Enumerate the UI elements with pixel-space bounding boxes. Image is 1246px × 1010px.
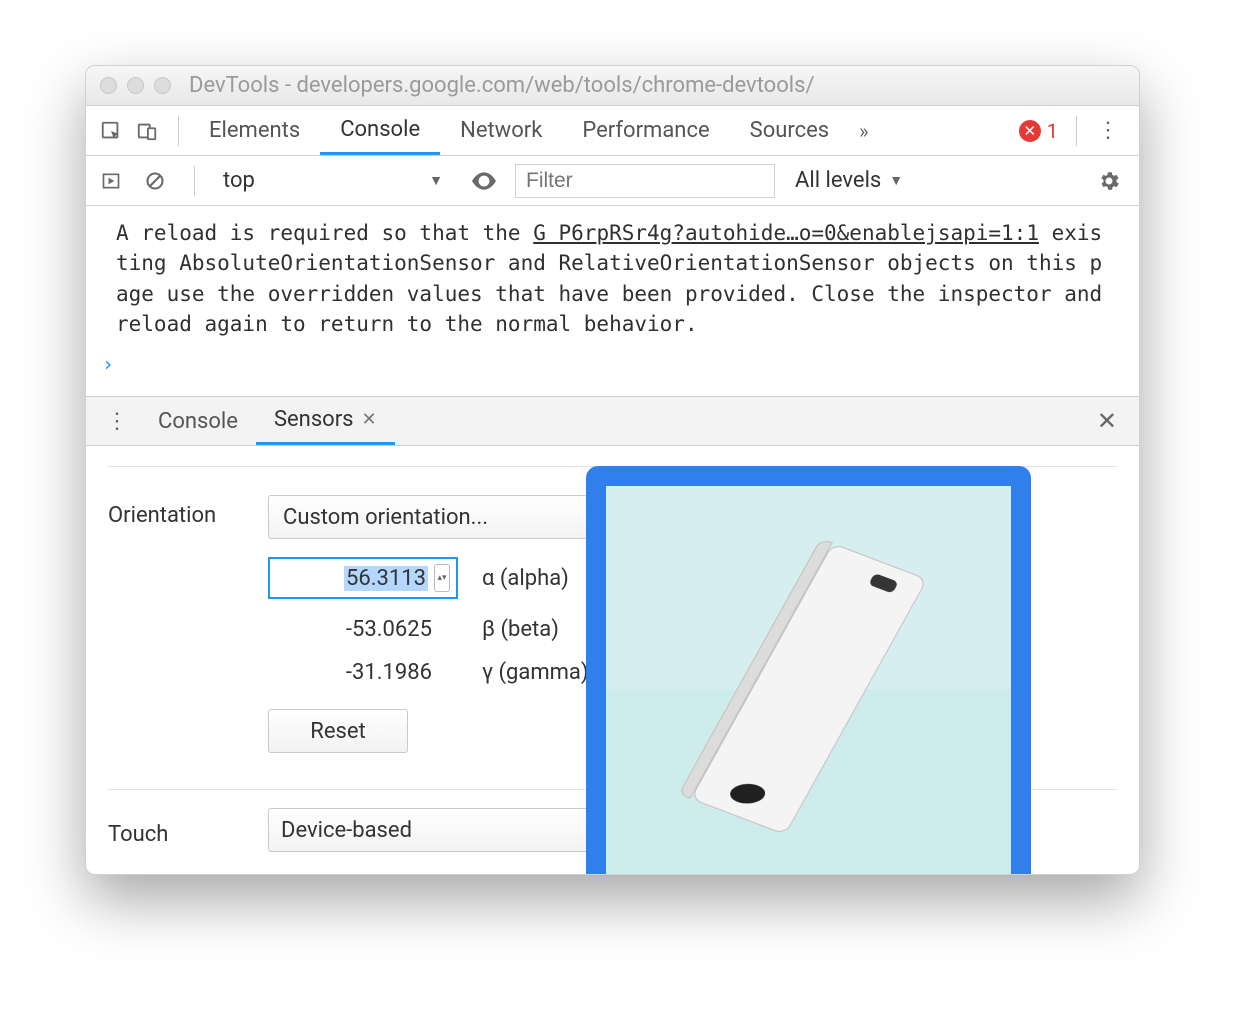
- minimize-dot[interactable]: [127, 77, 144, 94]
- separator: [194, 166, 195, 196]
- error-icon: ✕: [1019, 120, 1041, 142]
- drawer-tab-sensors[interactable]: Sensors ✕: [256, 397, 395, 445]
- gamma-value: -31.1986: [346, 660, 432, 685]
- orientation-label: Orientation: [108, 495, 268, 528]
- traffic-lights: [100, 77, 171, 94]
- chevron-down-icon: ▼: [429, 172, 443, 189]
- tab-console[interactable]: Console: [320, 106, 440, 155]
- beta-value: -53.0625: [346, 617, 432, 642]
- stepper-icon[interactable]: ▴▾: [434, 564, 450, 592]
- error-count: 1: [1047, 119, 1058, 143]
- reset-label: Reset: [310, 719, 365, 744]
- console-message: A reload is required so that the G P6rpR…: [86, 214, 1139, 344]
- prompt-glyph: ›: [102, 352, 114, 376]
- separator: [178, 116, 179, 146]
- device-toggle-icon[interactable]: [132, 116, 162, 146]
- alpha-input[interactable]: 56.3113 ▴▾: [268, 557, 458, 599]
- tab-label: Performance: [582, 118, 709, 143]
- console-prompt[interactable]: ›: [86, 344, 1139, 384]
- drawer-tab-label: Console: [158, 409, 238, 434]
- close-tab-icon[interactable]: ✕: [362, 409, 377, 430]
- settings-icon[interactable]: [1089, 169, 1129, 193]
- close-dot[interactable]: [100, 77, 117, 94]
- window-title: DevTools - developers.google.com/web/too…: [189, 73, 1125, 98]
- titlebar: DevTools - developers.google.com/web/too…: [86, 66, 1139, 106]
- console-toolbar: top ▼ All levels ▼: [86, 156, 1139, 206]
- chevron-down-icon: ▼: [889, 172, 903, 189]
- console-body: A reload is required so that the G P6rpR…: [86, 206, 1139, 396]
- alpha-label: α (alpha): [482, 566, 569, 591]
- tab-label: Elements: [209, 118, 300, 143]
- main-tabs: Elements Console Network Performance Sou…: [86, 106, 1139, 156]
- tab-sources[interactable]: Sources: [730, 106, 850, 155]
- tab-label: Network: [460, 118, 542, 143]
- devtools-window: DevTools - developers.google.com/web/too…: [85, 65, 1140, 875]
- execute-icon[interactable]: [96, 166, 126, 196]
- context-select[interactable]: top ▼: [213, 164, 453, 198]
- log-levels-select[interactable]: All levels ▼: [783, 168, 915, 193]
- tab-performance[interactable]: Performance: [562, 106, 729, 155]
- context-value: top: [223, 168, 255, 193]
- gamma-input[interactable]: -31.1986: [268, 660, 458, 685]
- more-tabs-icon[interactable]: »: [849, 119, 878, 143]
- drawer-close-icon[interactable]: ✕: [1083, 407, 1131, 435]
- beta-label: β (beta): [482, 617, 559, 642]
- drawer-menu-icon[interactable]: ⋮: [94, 409, 140, 434]
- msg-text: A reload is required so that the: [116, 221, 533, 245]
- touch-select-value: Device-based: [281, 818, 412, 843]
- device-preview-highlight: [586, 466, 1031, 875]
- tab-label: Sources: [750, 118, 830, 143]
- drawer-tab-console[interactable]: Console: [140, 397, 256, 445]
- orientation-select-value: Custom orientation...: [283, 505, 488, 530]
- separator: [1076, 116, 1077, 146]
- filter-input[interactable]: [515, 164, 775, 198]
- live-expression-icon[interactable]: [461, 171, 507, 191]
- message-source-link[interactable]: G P6rpRSr4g?autohide…o=0&enablejsapi=1:1: [533, 221, 1039, 245]
- alpha-value: 56.3113: [344, 566, 428, 591]
- overflow-menu-icon[interactable]: ⋮: [1087, 118, 1129, 143]
- beta-input[interactable]: -53.0625: [268, 617, 458, 642]
- reset-button[interactable]: Reset: [268, 709, 408, 753]
- inspect-icon[interactable]: [96, 116, 126, 146]
- device-preview[interactable]: [606, 486, 1011, 875]
- tab-label: Console: [340, 117, 420, 142]
- touch-label: Touch: [108, 814, 268, 847]
- levels-label: All levels: [795, 168, 881, 193]
- error-badge[interactable]: ✕ 1: [1011, 119, 1066, 143]
- orientation-select[interactable]: Custom orientation... ▾: [268, 495, 638, 539]
- clear-console-icon[interactable]: [140, 166, 170, 196]
- drawer-tabs: ⋮ Console Sensors ✕ ✕: [86, 396, 1139, 446]
- touch-select[interactable]: Device-based ▼: [268, 808, 638, 852]
- gamma-label: γ (gamma): [482, 660, 589, 685]
- zoom-dot[interactable]: [154, 77, 171, 94]
- drawer-tab-label: Sensors: [274, 407, 354, 432]
- tab-network[interactable]: Network: [440, 106, 562, 155]
- tab-elements[interactable]: Elements: [189, 106, 320, 155]
